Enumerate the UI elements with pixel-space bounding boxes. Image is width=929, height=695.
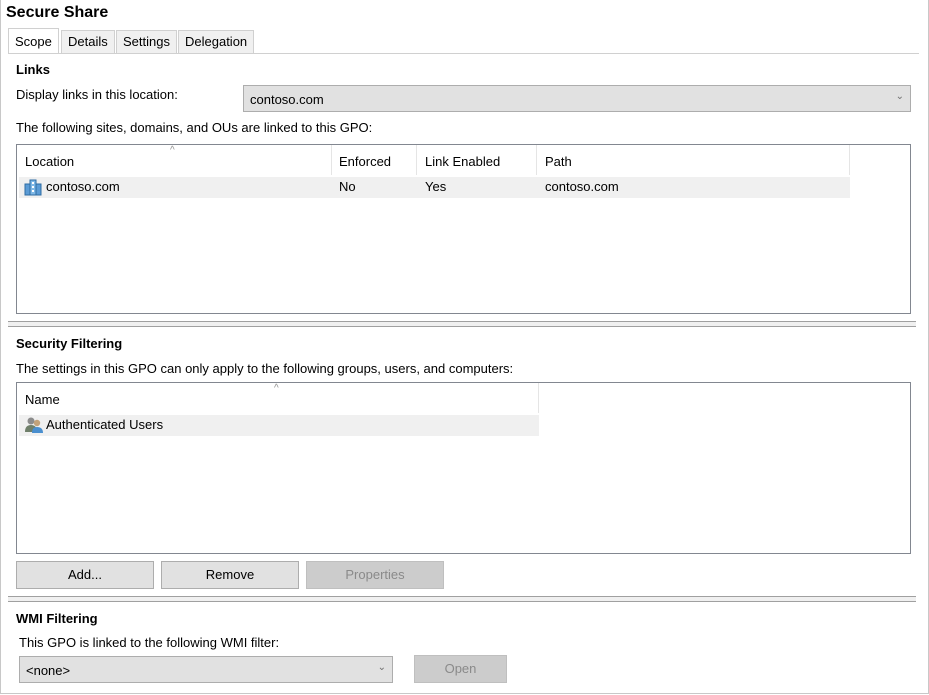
location-value: contoso.com bbox=[250, 92, 324, 107]
row-link-enabled: Yes bbox=[425, 179, 447, 194]
tab-settings[interactable]: Settings bbox=[116, 30, 177, 53]
row-location: contoso.com bbox=[46, 179, 120, 194]
window-title: Secure Share bbox=[6, 4, 109, 21]
chevron-down-icon: ⌄ bbox=[377, 662, 386, 673]
remove-button[interactable]: Remove bbox=[161, 561, 299, 589]
wmi-filter-combobox[interactable]: <none> ⌄ bbox=[19, 656, 393, 683]
security-filtering-list[interactable]: ^ Name Authenticated Users bbox=[16, 382, 911, 554]
tab-scope[interactable]: Scope bbox=[8, 28, 59, 53]
display-links-label: Display links in this location: bbox=[16, 87, 178, 102]
security-filtering-caption: The settings in this GPO can only apply … bbox=[16, 361, 514, 376]
table-row[interactable]: Authenticated Users bbox=[19, 415, 539, 436]
column-header-name[interactable]: Name bbox=[17, 383, 539, 413]
tab-details[interactable]: Details bbox=[61, 30, 115, 53]
row-enforced: No bbox=[339, 179, 356, 194]
tab-delegation[interactable]: Delegation bbox=[178, 30, 255, 53]
chevron-down-icon: ⌄ bbox=[895, 91, 904, 102]
links-list-caption: The following sites, domains, and OUs ar… bbox=[16, 120, 373, 135]
section-splitter[interactable] bbox=[8, 321, 916, 327]
location-combobox[interactable]: contoso.com ⌄ bbox=[243, 85, 911, 112]
links-section-title: Links bbox=[16, 62, 50, 77]
column-header-path[interactable]: Path bbox=[537, 145, 850, 175]
table-row[interactable]: contoso.com No Yes contoso.com bbox=[19, 177, 850, 198]
wmi-filter-value: <none> bbox=[26, 663, 71, 678]
properties-button[interactable]: Properties bbox=[306, 561, 444, 589]
tab-bar: Scope Details Settings Delegation bbox=[8, 28, 908, 54]
open-button[interactable]: Open bbox=[414, 655, 507, 683]
wmi-filtering-title: WMI Filtering bbox=[16, 611, 98, 626]
security-filtering-title: Security Filtering bbox=[16, 336, 123, 351]
row-name: Authenticated Users bbox=[46, 417, 164, 432]
wmi-filtering-caption: This GPO is linked to the following WMI … bbox=[19, 635, 280, 650]
add-button[interactable]: Add... bbox=[16, 561, 154, 589]
row-path: contoso.com bbox=[545, 179, 619, 194]
column-header-enforced[interactable]: Enforced bbox=[331, 145, 417, 175]
column-header-link-enabled[interactable]: Link Enabled bbox=[417, 145, 537, 175]
section-splitter[interactable] bbox=[8, 596, 916, 602]
display-links-label-text: Display links in this location: bbox=[16, 87, 178, 102]
column-header-location[interactable]: Location bbox=[17, 145, 332, 175]
tab-divider bbox=[8, 53, 919, 54]
user-group-icon bbox=[24, 416, 44, 434]
links-list[interactable]: ^ Location Enforced Link Enabled Path co… bbox=[16, 144, 911, 314]
domain-icon bbox=[24, 178, 42, 196]
